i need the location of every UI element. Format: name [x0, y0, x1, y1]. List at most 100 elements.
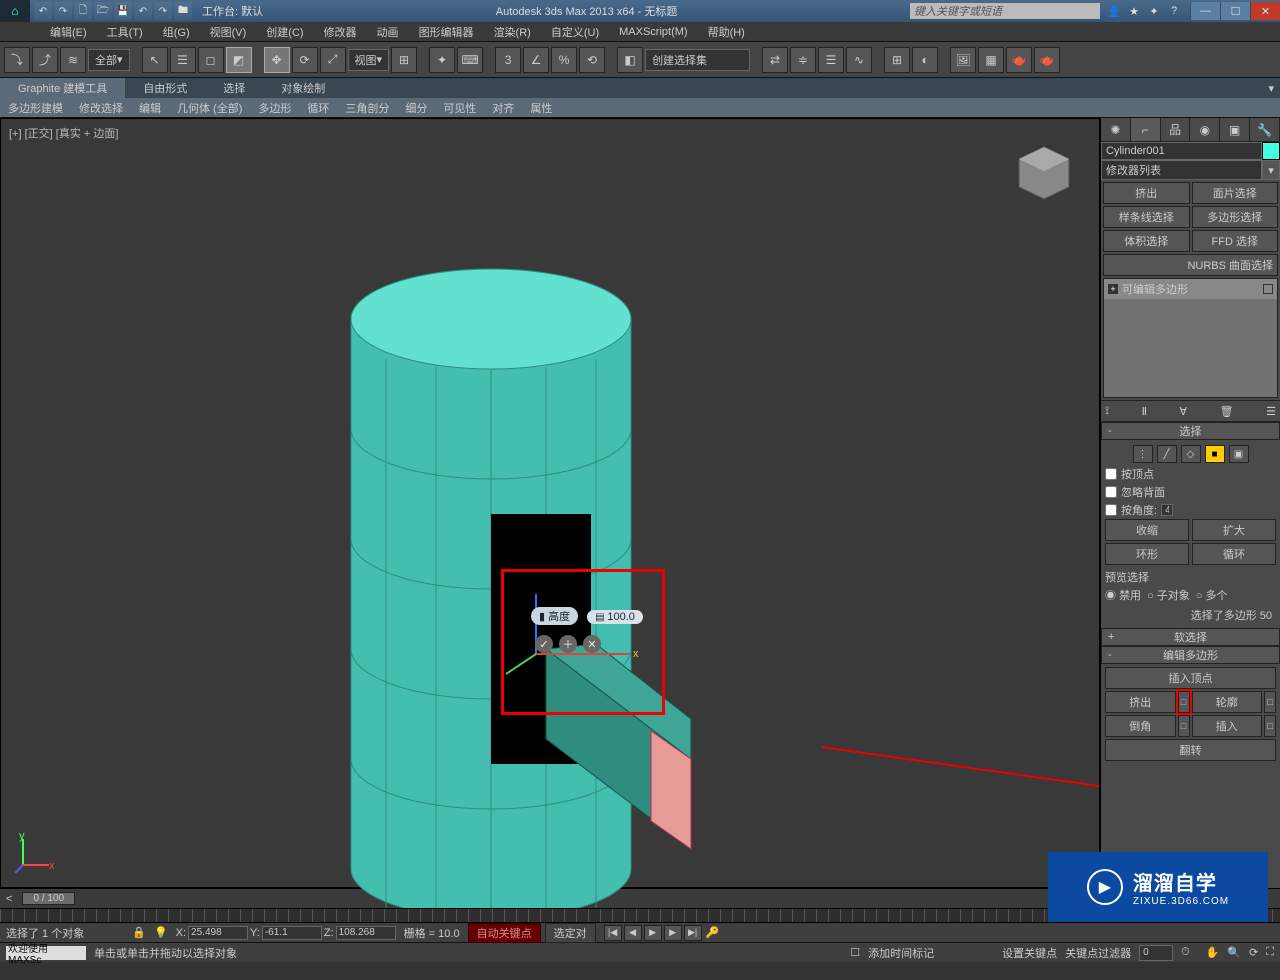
flip-button[interactable]: 翻转 [1105, 739, 1276, 761]
subobj-edge-icon[interactable]: ╱ [1157, 445, 1177, 463]
angle-snap-icon[interactable]: ∠ [523, 47, 549, 73]
ribbon-tab-objectpaint[interactable]: 对象绘制 [263, 78, 343, 98]
outline-button[interactable]: 轮廓 [1192, 691, 1263, 713]
show-end-icon[interactable]: Ⅱ [1142, 405, 1147, 418]
ribbon-tab-selection[interactable]: 选择 [205, 78, 263, 98]
qat-project-icon[interactable]: 🖿 [174, 2, 192, 20]
align-icon[interactable]: ≑ [790, 47, 816, 73]
tab-create-icon[interactable]: ✺ [1101, 118, 1131, 141]
exchange-icon[interactable]: ✦ [1146, 3, 1162, 19]
subobj-vertex-icon[interactable]: ⋮ [1133, 445, 1153, 463]
bevel-settings-button[interactable]: □ [1178, 715, 1190, 737]
layers-icon[interactable]: ☰ [818, 47, 844, 73]
help-icon[interactable]: ? [1166, 3, 1182, 19]
inset-settings-button[interactable]: □ [1264, 715, 1276, 737]
menu-group[interactable]: 组(G) [153, 24, 200, 40]
render-frame-icon[interactable]: ▦ [978, 47, 1004, 73]
ignore-back-checkbox[interactable] [1105, 486, 1117, 498]
coord-x-input[interactable] [188, 926, 248, 940]
rollout-selection-header[interactable]: -选择 [1101, 422, 1280, 440]
add-time-tag[interactable]: 添加时间标记 [868, 945, 934, 961]
time-tag-icon[interactable]: ☐ [850, 946, 860, 959]
modstack-expand-icon[interactable]: + [1108, 284, 1118, 294]
selection-filter[interactable]: 全部 ▾ [88, 49, 130, 71]
menu-edit[interactable]: 编辑(E) [40, 24, 97, 40]
caddy-ok-icon[interactable]: ✓ [535, 635, 553, 653]
rollout-editpoly-header[interactable]: -编辑多边形 [1101, 646, 1280, 664]
remove-mod-icon[interactable]: 🗑 [1220, 405, 1234, 418]
material-editor-icon[interactable]: ◐ [912, 47, 938, 73]
signin-icon[interactable]: 👤 [1106, 3, 1122, 19]
render-prod-icon[interactable]: 🫖 [1034, 47, 1060, 73]
current-frame-input[interactable] [1139, 945, 1173, 961]
qat-new-icon[interactable]: 🗋 [74, 2, 92, 20]
preset-patchsel[interactable]: 面片选择 [1192, 182, 1279, 204]
ribbon-align[interactable]: 对齐 [484, 100, 522, 116]
curve-editor-icon[interactable]: ∿ [846, 47, 872, 73]
modstack-toggle-icon[interactable] [1263, 284, 1273, 294]
menu-animation[interactable]: 动画 [367, 24, 409, 40]
preview-subobj-radio[interactable]: ○ 子对象 [1147, 587, 1190, 603]
workspace-selector[interactable]: 工作台: 默认 [202, 3, 263, 19]
rotate-icon[interactable]: ⟳ [292, 47, 318, 73]
manipulate-icon[interactable]: ✦ [429, 47, 455, 73]
configure-icon[interactable]: ☰ [1266, 405, 1276, 418]
snap-3d-icon[interactable]: 3 [495, 47, 521, 73]
tab-motion-icon[interactable]: ◉ [1190, 118, 1220, 141]
qat-redo2-icon[interactable]: ↷ [154, 2, 172, 20]
viewport-label[interactable]: [+] [正交] [真实 + 边面] [9, 125, 118, 141]
percent-snap-icon[interactable]: % [551, 47, 577, 73]
by-vertex-checkbox[interactable] [1105, 468, 1117, 480]
bevel-button[interactable]: 倒角 [1105, 715, 1176, 737]
angle-spinner[interactable] [1161, 504, 1173, 516]
qat-undo-icon[interactable]: ↶ [34, 2, 52, 20]
nav-zoom-icon[interactable]: 🔍 [1227, 946, 1241, 959]
ribbon-tab-freeform[interactable]: 自由形式 [125, 78, 205, 98]
subobj-border-icon[interactable]: ◇ [1181, 445, 1201, 463]
ribbon-subdiv[interactable]: 细分 [397, 100, 435, 116]
extrude-settings-button[interactable]: □ [1178, 691, 1190, 713]
close-button[interactable]: ✕ [1250, 2, 1280, 20]
nav-max-icon[interactable]: ⛶ [1266, 946, 1274, 959]
menu-help[interactable]: 帮助(H) [698, 24, 755, 40]
qat-open-icon[interactable]: 🗁 [94, 2, 112, 20]
caddy-height-input[interactable]: ▤ 100.0 [587, 610, 643, 624]
qat-redo-icon[interactable]: ↷ [54, 2, 72, 20]
object-color-swatch[interactable] [1262, 142, 1280, 160]
make-unique-icon[interactable]: ∀ [1180, 405, 1188, 418]
subobj-element-icon[interactable]: ▣ [1229, 445, 1249, 463]
caddy-apply-icon[interactable]: ＋ [559, 635, 577, 653]
extrude-button[interactable]: 挤出 [1105, 691, 1176, 713]
setkey-button[interactable]: 设置关键点 [1002, 945, 1057, 961]
app-icon[interactable]: ⌂ [0, 0, 30, 22]
menu-rendering[interactable]: 渲染(R) [484, 24, 541, 40]
preset-splinesel[interactable]: 样条线选择 [1103, 206, 1190, 228]
ribbon-geometry[interactable]: 几何体 (全部) [169, 100, 250, 116]
time-config-icon[interactable]: ⏱ [1181, 946, 1190, 959]
menu-customize[interactable]: 自定义(U) [541, 24, 609, 40]
menu-grapheditors[interactable]: 图形编辑器 [409, 24, 484, 40]
tab-modify-icon[interactable]: ⌐ [1131, 118, 1161, 141]
preset-nurbs[interactable]: NURBS 曲面选择 [1103, 254, 1278, 276]
favorites-icon[interactable]: ★ [1126, 3, 1142, 19]
ribbon-properties[interactable]: 属性 [522, 100, 560, 116]
ribbon-poly-modeling[interactable]: 多边形建模 [0, 100, 71, 116]
preset-polysel[interactable]: 多边形选择 [1192, 206, 1279, 228]
modstack-editable-poly[interactable]: + 可编辑多边形 [1104, 279, 1277, 299]
ribbon-modify-sel[interactable]: 修改选择 [71, 100, 131, 116]
preview-disable-radio[interactable]: ◉ 禁用 [1105, 587, 1141, 603]
qat-undo2-icon[interactable]: ↶ [134, 2, 152, 20]
minimize-button[interactable]: — [1190, 2, 1220, 20]
shrink-button[interactable]: 收缩 [1105, 519, 1189, 541]
ribbon-visibility[interactable]: 可见性 [435, 100, 484, 116]
viewcube[interactable] [1009, 139, 1079, 209]
move-icon[interactable]: ✥ [264, 47, 290, 73]
menu-views[interactable]: 视图(V) [200, 24, 257, 40]
help-search-input[interactable]: 键入关键字或短语 [910, 3, 1100, 19]
select-region-icon[interactable]: ◻ [198, 47, 224, 73]
caddy-cancel-icon[interactable]: ✕ [583, 635, 601, 653]
time-slider-knob[interactable]: 0 / 100 [22, 892, 75, 905]
mirror-icon[interactable]: ⇄ [762, 47, 788, 73]
window-crossing-icon[interactable]: ◩ [226, 47, 252, 73]
time-prev-icon[interactable]: < [6, 893, 12, 905]
